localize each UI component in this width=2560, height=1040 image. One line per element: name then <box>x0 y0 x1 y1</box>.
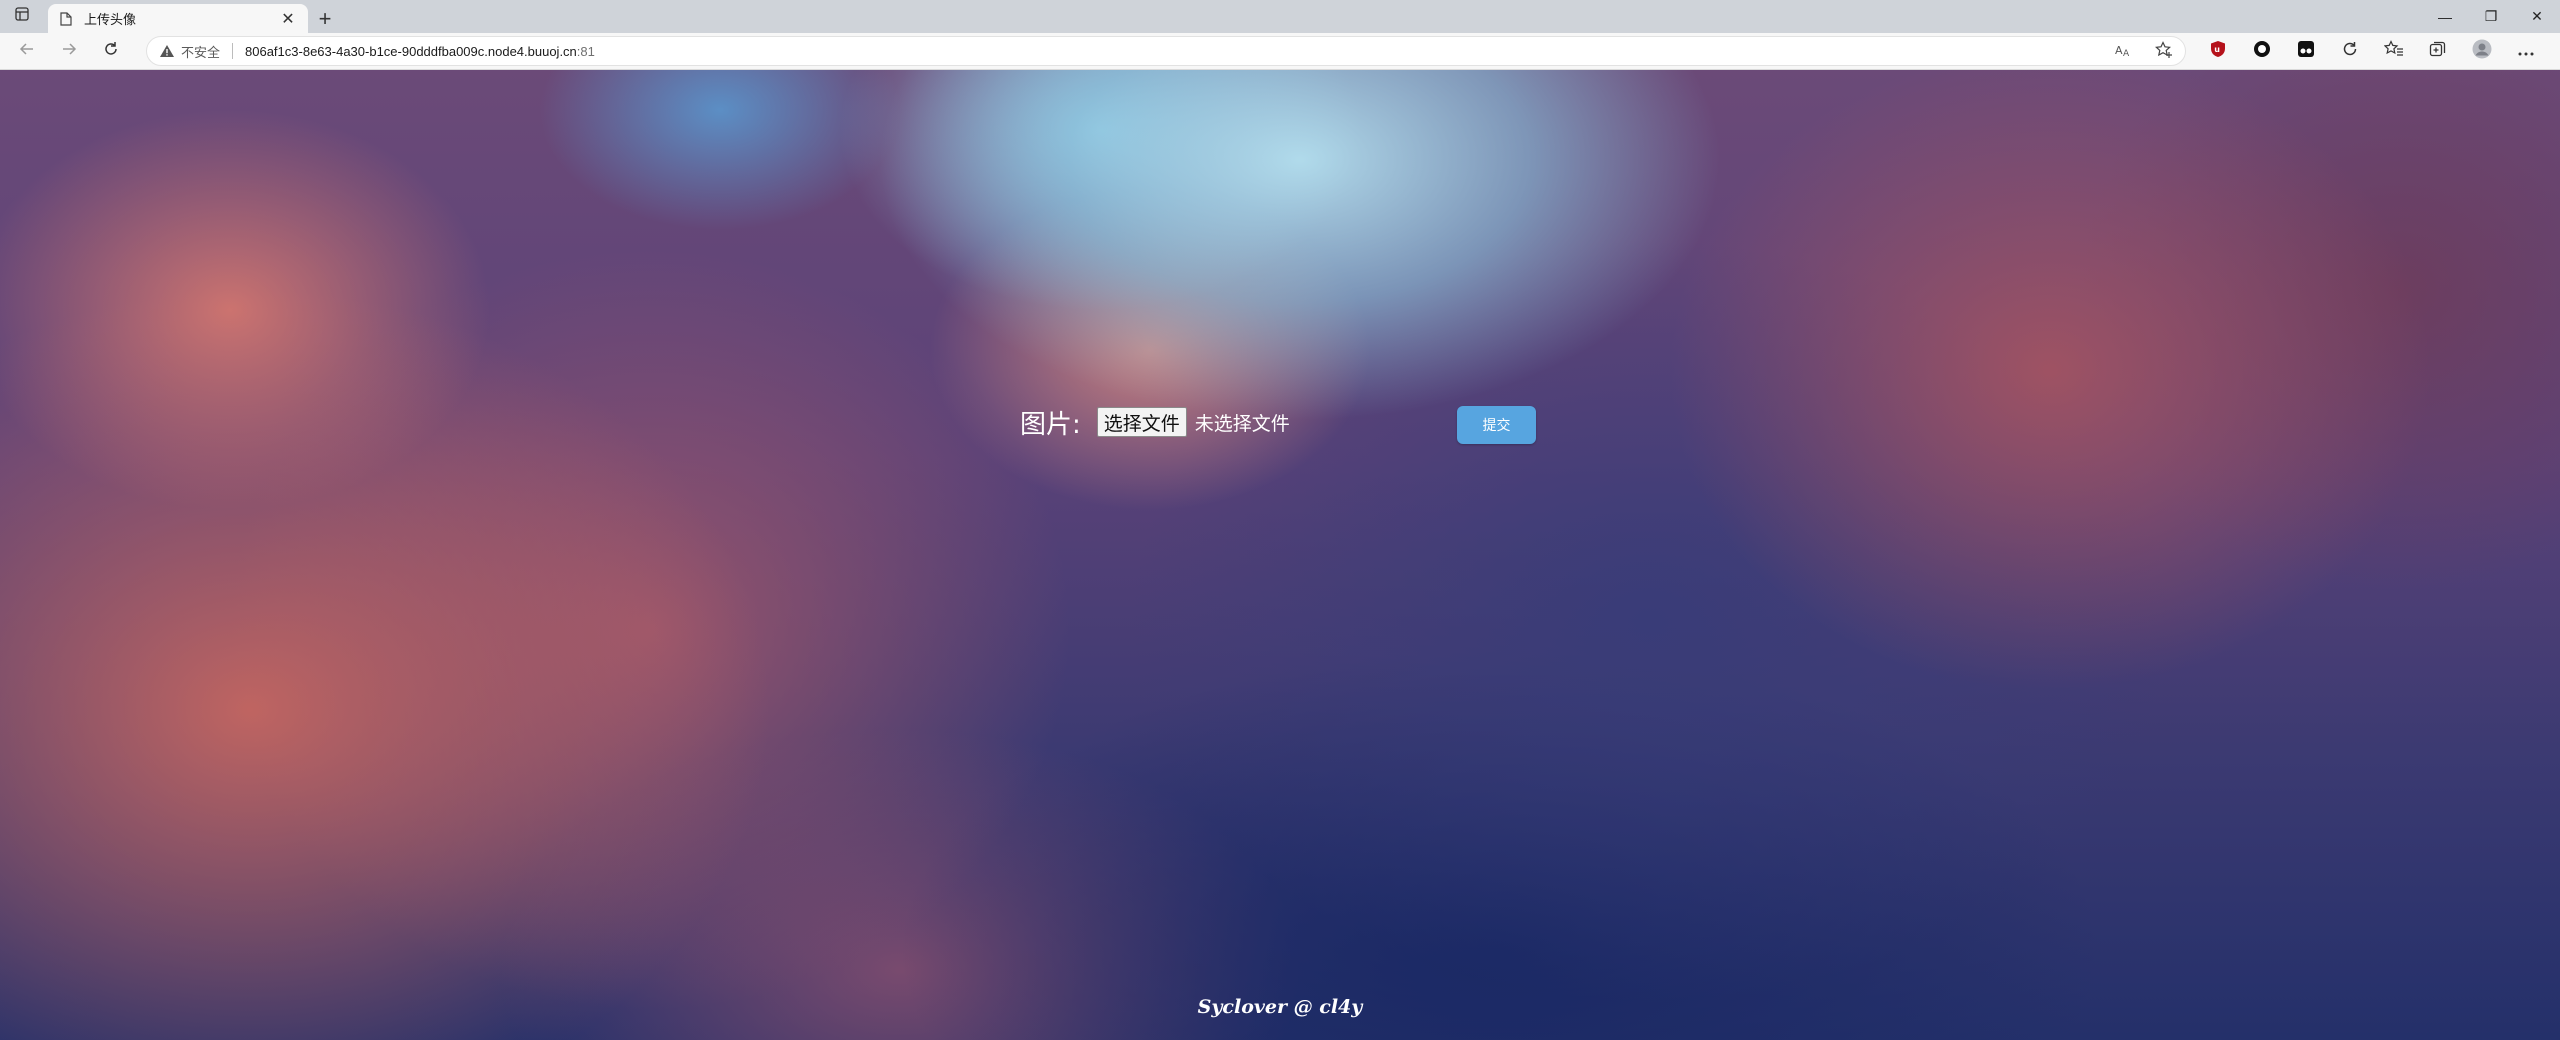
security-label[interactable]: 不安全 <box>181 42 220 61</box>
add-favorite-icon[interactable] <box>2155 40 2173 62</box>
choose-file-button[interactable]: 选择文件 <box>1096 407 1187 437</box>
sync-button[interactable] <box>2328 33 2372 70</box>
file-status-text: 未选择文件 <box>1194 412 1290 435</box>
back-icon <box>19 41 35 62</box>
browser-tab[interactable]: 上传头像 ✕ <box>48 4 308 33</box>
more-icon <box>2518 43 2534 61</box>
ublock-icon: u <box>2210 40 2226 63</box>
more-button[interactable] <box>2504 33 2548 70</box>
collections-button[interactable] <box>2416 33 2460 70</box>
minimize-button[interactable]: — <box>2422 0 2468 33</box>
footer-credit: Syclover @ cl4y <box>1197 996 1363 1018</box>
upload-form: 图片: 选择文件 未选择文件 <box>1020 402 1290 442</box>
browser-toolbar: 不安全 806af1c3-8e63-4a30-b1ce-90dddfba009c… <box>0 33 2560 70</box>
image-field-label: 图片: <box>1020 409 1081 440</box>
tab-close-icon[interactable]: ✕ <box>278 9 298 29</box>
new-tab-button[interactable]: + <box>308 4 342 33</box>
read-aloud-icon[interactable]: AA <box>2115 42 2133 61</box>
forward-button[interactable] <box>48 33 90 70</box>
forward-icon <box>61 41 77 62</box>
favorites-button[interactable] <box>2372 33 2416 70</box>
back-button[interactable] <box>6 33 48 70</box>
collections-icon <box>2429 40 2447 63</box>
url-host: 806af1c3-8e63-4a30-b1ce-90dddfba009c.nod… <box>245 43 577 59</box>
favorites-icon <box>2383 40 2404 63</box>
svg-text:A: A <box>2123 49 2130 58</box>
svg-text:A: A <box>2115 44 2123 57</box>
restore-button[interactable]: ❐ <box>2468 0 2514 33</box>
tab-title: 上传头像 <box>84 12 137 27</box>
ublock-button[interactable]: u <box>2196 33 2240 70</box>
refresh-button[interactable] <box>90 33 132 70</box>
window-controls: — ❐ ✕ <box>2422 0 2560 33</box>
submit-button[interactable]: 提交 <box>1457 406 1536 444</box>
page-background: 图片: 选择文件 未选择文件 提交 Syclover @ cl4y <box>0 70 2560 1040</box>
svg-text:u: u <box>2214 45 2220 54</box>
extension-tampermonkey-icon <box>2297 40 2315 63</box>
close-window-button[interactable]: ✕ <box>2514 0 2560 33</box>
sync-icon <box>2341 40 2359 63</box>
page-icon <box>58 11 74 27</box>
tab-actions-button[interactable] <box>0 0 44 33</box>
extension-circle-icon <box>2253 40 2271 63</box>
address-separator <box>232 43 234 59</box>
profile-button[interactable] <box>2460 33 2504 70</box>
extension-tampermonkey-button[interactable] <box>2284 33 2328 70</box>
refresh-icon <box>103 41 119 62</box>
address-bar[interactable]: 不安全 806af1c3-8e63-4a30-b1ce-90dddfba009c… <box>146 36 2186 66</box>
tab-strip: 上传头像 ✕ + — ❐ ✕ <box>0 0 2560 33</box>
address-bar-actions: AA <box>2115 37 2173 65</box>
tab-actions-icon <box>15 7 29 26</box>
extension-toolbar: u <box>2196 33 2548 70</box>
url-port: :81 <box>576 43 595 59</box>
warning-icon[interactable] <box>159 44 175 58</box>
profile-icon <box>2472 39 2492 64</box>
extension-circle-button[interactable] <box>2240 33 2284 70</box>
